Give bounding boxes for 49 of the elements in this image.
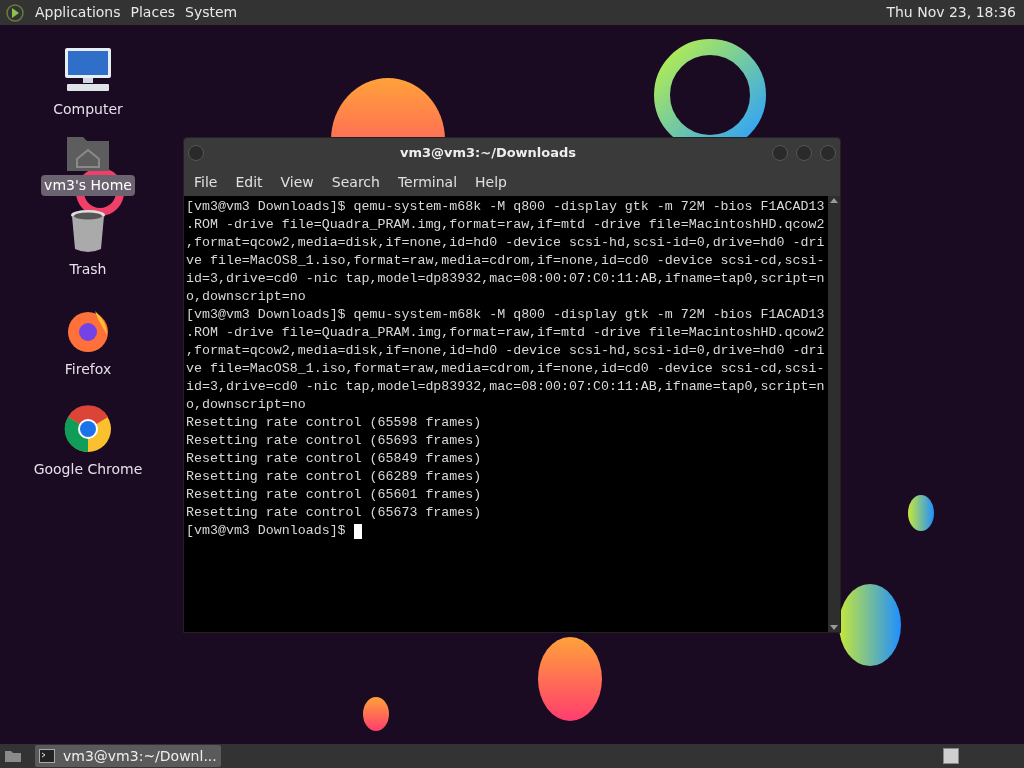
- show-desktop-icon[interactable]: [3, 748, 23, 764]
- terminal-line: Resetting rate control (65849 frames): [186, 450, 483, 468]
- terminal-line: Resetting rate control (65598 frames): [186, 414, 483, 432]
- terminal-line: [vm3@vm3 Downloads]$ qemu-system-m68k -M q800 -display gtk -m 72M -bios F1ACAD13: [186, 198, 826, 216]
- terminal-line: ,format=qcow2,media=disk,if=none,id=hd0 -device scsi-hd,scsi-id=0,drive=hd0 -dri: [186, 234, 826, 252]
- terminal-line: .ROM -drive file=Quadra_PRAM.img,format=raw,if=mtd -drive file=MacintoshHD.qcow2: [186, 324, 826, 342]
- terminal-line: Resetting rate control (65601 frames): [186, 486, 483, 504]
- scrollbar[interactable]: [828, 196, 840, 632]
- terminal-line: id=3,drive=cd0 -nic tap,model=dp83932,mac=08:00:07:C0:11:AB,ifname=tap0,script=n: [186, 378, 826, 396]
- logo-icon[interactable]: [6, 3, 24, 22]
- menu-item[interactable]: Terminal: [391, 171, 464, 193]
- window-menu-button[interactable]: [188, 145, 204, 161]
- terminal-line: Resetting rate control (65673 frames): [186, 504, 483, 522]
- terminal-line: ve file=MacOS8_1.iso,format=raw,media=cdrom,if=none,id=cd0 -device scsi-cd,scsi-: [186, 360, 826, 378]
- terminal-line: Resetting rate control (65693 frames): [186, 432, 483, 450]
- desktop-icon-label[interactable]: Computer: [50, 99, 126, 120]
- window-title: vm3@vm3:~/Downloads: [399, 144, 577, 163]
- panel-menu[interactable]: System: [180, 2, 243, 23]
- cursor: [353, 523, 362, 539]
- trash-icon: [69, 209, 107, 253]
- terminal-line: ,format=qcow2,media=disk,if=none,id=hd0 -device scsi-hd,scsi-id=0,drive=hd0 -dri: [186, 342, 826, 360]
- terminal-line: id=3,drive=cd0 -nic tap,model=dp83932,mac=08:00:07:C0:11:AB,ifname=tap0,script=n: [186, 270, 826, 288]
- terminal-line: o,downscript=no: [186, 396, 307, 414]
- desktop-icon-label[interactable]: Firefox: [61, 359, 115, 380]
- terminal-line: Resetting rate control (66289 frames): [186, 468, 483, 486]
- computer-icon: [63, 47, 113, 93]
- chrome-icon: [64, 405, 112, 453]
- menu-item[interactable]: Help: [469, 171, 513, 193]
- terminal-icon: [39, 749, 55, 763]
- terminal-line: ve file=MacOS8_1.iso,format=raw,media=cdrom,if=none,id=cd0 -device scsi-cd,scsi-: [186, 252, 826, 270]
- desktop-icon-label[interactable]: Google Chrome: [30, 459, 146, 480]
- menu-item[interactable]: View: [274, 171, 320, 193]
- menu-item[interactable]: File: [188, 171, 224, 193]
- panel-menu[interactable]: Places: [125, 2, 181, 23]
- terminal-line: .ROM -drive file=Quadra_PRAM.img,format=raw,if=mtd -drive file=MacintoshHD.qcow2: [186, 216, 826, 234]
- desktop-icon-label[interactable]: Trash: [66, 259, 110, 280]
- workspace-switcher[interactable]: [943, 748, 959, 764]
- maximize-button[interactable]: [796, 145, 812, 161]
- terminal-prompt: [vm3@vm3 Downloads]$: [186, 522, 346, 540]
- close-button[interactable]: [820, 145, 836, 161]
- desktop-icon-label[interactable]: vm3's Home: [41, 175, 135, 196]
- minimize-button[interactable]: [772, 145, 788, 161]
- clock[interactable]: Thu Nov 23, 18:36: [886, 2, 1016, 23]
- task-button[interactable]: vm3@vm3:~/Downl...: [35, 745, 221, 767]
- menu-item[interactable]: Search: [325, 171, 386, 193]
- terminal-line: [vm3@vm3 Downloads]$ qemu-system-m68k -M q800 -display gtk -m 72M -bios F1ACAD13: [186, 306, 826, 324]
- menu-item[interactable]: Edit: [229, 171, 269, 193]
- panel-menu[interactable]: Applications: [30, 2, 126, 23]
- terminal-line: o,downscript=no: [186, 288, 307, 306]
